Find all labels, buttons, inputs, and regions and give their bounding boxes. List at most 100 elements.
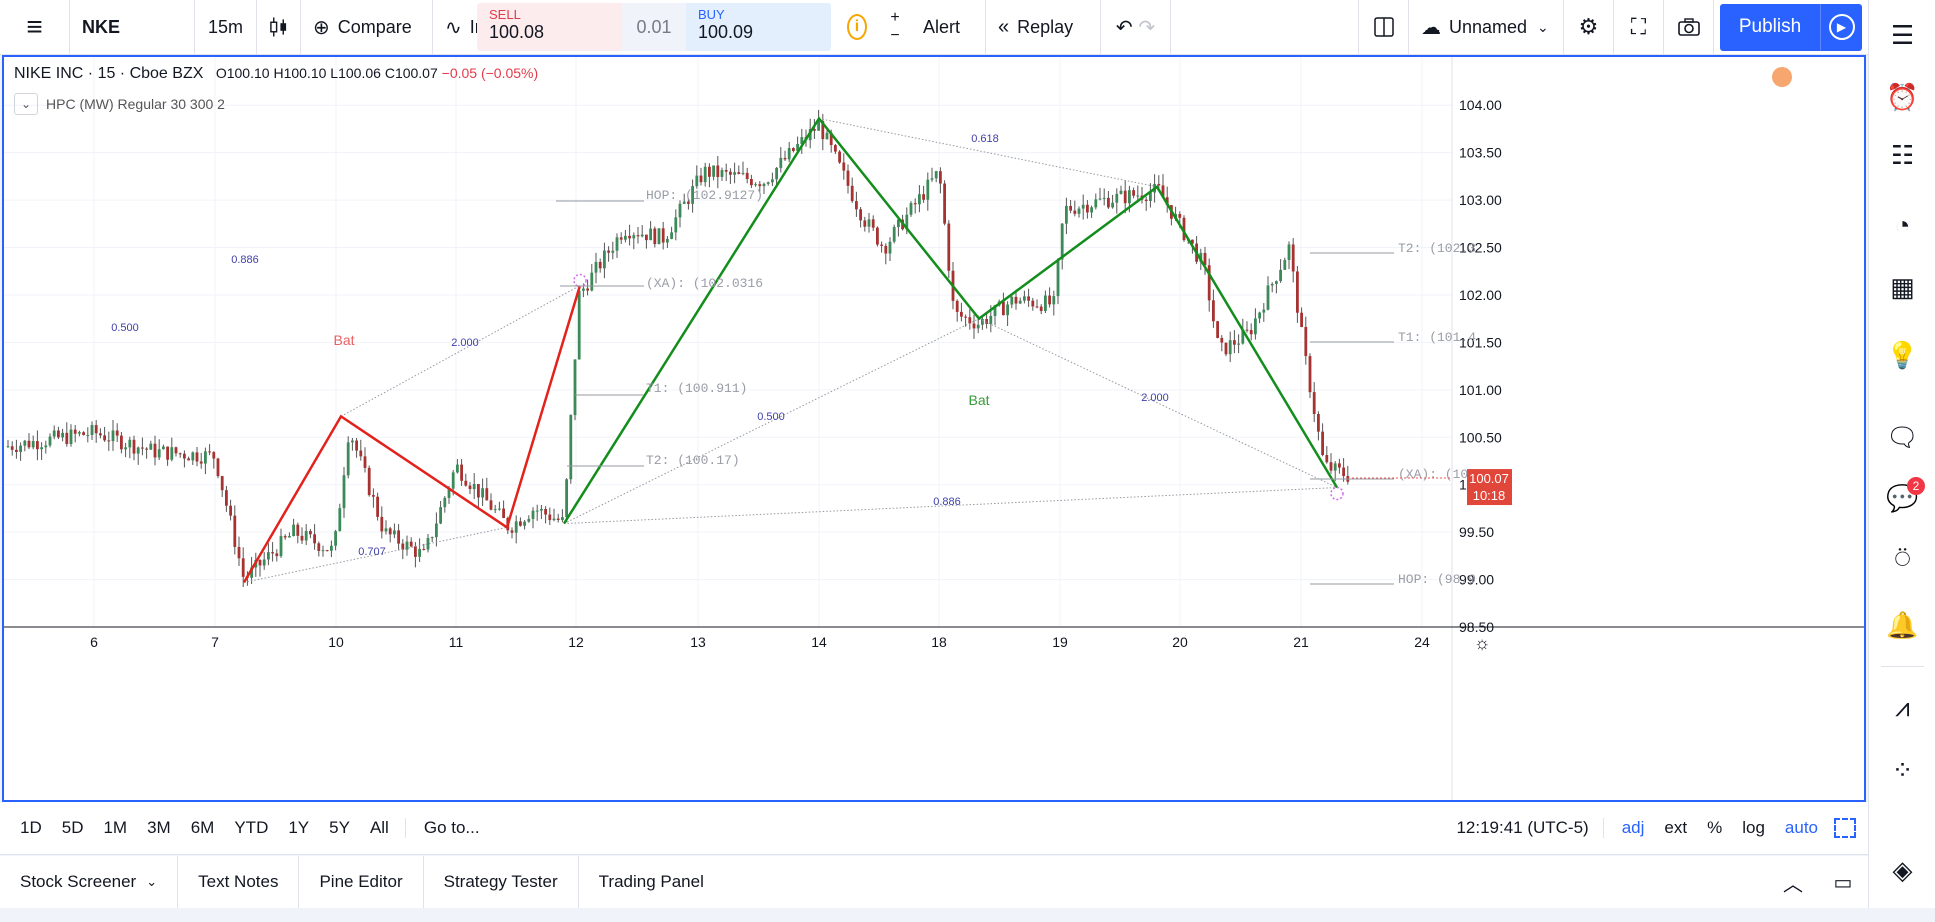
candle-body [1262,309,1266,313]
camera-icon[interactable] [1664,0,1714,55]
ideas-lightbulb-icon[interactable]: 💡 [1869,330,1935,380]
chat-icon[interactable]: 🗨 [1869,412,1935,462]
log-toggle[interactable]: log [1732,818,1775,838]
chart-pane[interactable]: 104.00 103.50 103.00 102.50 102.00 101.50 101.… [2,55,1866,802]
candle-body [397,530,400,544]
publish-menu-button[interactable]: ▶ [1820,3,1862,51]
range-1m[interactable]: 1M [93,818,137,838]
candle-body [309,530,312,535]
candle-body [1048,295,1051,305]
order-panel-icon[interactable]: ⁘ [1869,745,1935,795]
candle-body [1245,329,1249,331]
buy-button[interactable]: BUY 100.09 [686,3,831,51]
layers-beta-icon[interactable]: ◈ [1869,845,1935,895]
streams-icon[interactable]: ⍥ [1869,535,1935,585]
range-1y[interactable]: 1Y [278,818,319,838]
clock-timezone[interactable]: 12:19:41 (UTC-5) [1442,818,1604,838]
candle-body [321,550,325,552]
time-tick-label: 12 [568,634,584,650]
messages-icon[interactable]: 💬 2 [1869,473,1935,523]
calendar-icon[interactable]: ▦ [1869,262,1935,312]
fullscreen-icon[interactable]: ⛶ [1614,0,1664,55]
candle-body [888,241,892,254]
tab-strategy-tester[interactable]: Strategy Tester [424,856,579,908]
layout-icon[interactable] [1359,0,1409,55]
candle-body [607,250,610,253]
tab-pine-editor[interactable]: Pine Editor [299,856,424,908]
range-ytd[interactable]: YTD [224,818,278,838]
price-tick-label: 101.00 [1459,382,1502,398]
chevron-up-icon[interactable]: ︿ [1768,868,1818,897]
data-window-icon[interactable]: ☷ [1869,130,1935,180]
maximize-icon[interactable] [1834,818,1856,838]
legend-l-value: 100.06 [338,65,381,81]
goto-button[interactable]: Go to... [404,818,490,838]
alert-button[interactable]: Alert [911,0,986,55]
candle-body [275,553,279,557]
range-3m[interactable]: 3M [137,818,181,838]
layout-name-button[interactable]: ☁ Unnamed ⌄ [1409,0,1564,55]
candle-body [1338,463,1341,468]
redo-icon[interactable]: ↷ [1138,15,1155,40]
candle-body [1312,392,1316,414]
window-icon[interactable]: ▭ [1818,870,1868,895]
axis-settings-icon[interactable]: ☼ [1474,633,1491,653]
candle-body [909,203,913,215]
candle-body [544,508,547,515]
plus-icon[interactable]: + [890,9,899,27]
gear-icon[interactable]: ⚙ [1564,0,1614,55]
undo-icon[interactable]: ↶ [1116,15,1133,40]
candles-icon[interactable] [257,0,301,55]
candle-body [1308,356,1312,393]
range-5d[interactable]: 5D [52,818,94,838]
candle-body [787,148,791,160]
compare-button[interactable]: ⊕ Compare [301,0,433,55]
publish-button[interactable]: Publish [1720,3,1820,51]
hamburger-icon[interactable]: ≡ [0,0,70,55]
candle-body [758,184,762,187]
alarm-clock-icon[interactable]: ⏰ [1869,72,1935,122]
tab-stock-screener-label: Stock Screener [20,872,137,891]
hotlist-icon[interactable]: ◔ [1869,200,1935,250]
timeframe-button[interactable]: 15m [195,0,257,55]
range-5y[interactable]: 5Y [319,818,360,838]
candle-body [1228,340,1232,355]
info-button[interactable]: i [835,0,879,55]
watchlist-icon[interactable]: ☰ [1869,10,1935,60]
range-1d[interactable]: 1D [10,818,52,838]
ext-toggle[interactable]: ext [1654,818,1697,838]
chart-legend: NIKE INC · 15 · Cboe BZX O100.10 H100.10… [14,65,538,83]
tab-stock-screener[interactable]: Stock Screener ⌄ [0,856,179,908]
range-6m[interactable]: 6M [181,818,225,838]
collapse-chevron-icon[interactable]: ⌄ [14,93,38,115]
candle-body [1266,285,1270,310]
quantity-stepper[interactable]: + − [879,0,911,55]
sell-button[interactable]: SELL 100.08 [477,3,622,51]
range-all[interactable]: All [360,818,399,838]
candle-body [964,316,967,318]
candle-body [120,435,123,450]
candle-body [267,552,270,560]
candle-body [733,172,736,175]
indicator-label[interactable]: HPC (MW) Regular 30 300 2 [46,96,225,112]
candle-body [1073,210,1077,214]
bell-icon[interactable]: 🔔 [1869,600,1935,650]
pattern-name-bearish: Bat [968,392,989,408]
alert-label: Alert [923,16,961,37]
candle-body [510,530,514,533]
symbol-search[interactable]: NKE [70,0,195,55]
chart-canvas[interactable]: 104.00103.50103.00102.50102.00101.50101.… [4,57,1864,800]
status-dot[interactable] [1772,67,1792,87]
percent-toggle[interactable]: % [1697,818,1732,838]
candle-body [292,524,295,537]
candle-body [304,530,308,541]
dom-icon[interactable]: ⩘ [1869,683,1935,733]
tab-text-notes[interactable]: Text Notes [178,856,300,908]
tab-trading-panel[interactable]: Trading Panel [579,856,724,908]
replay-button[interactable]: « Replay [986,0,1101,55]
minus-icon[interactable]: − [890,27,899,45]
level-label: T2: (102.3 [1398,241,1476,256]
time-tick-label: 6 [90,634,98,650]
adj-toggle[interactable]: adj [1604,818,1655,838]
auto-toggle[interactable]: auto [1775,818,1828,838]
